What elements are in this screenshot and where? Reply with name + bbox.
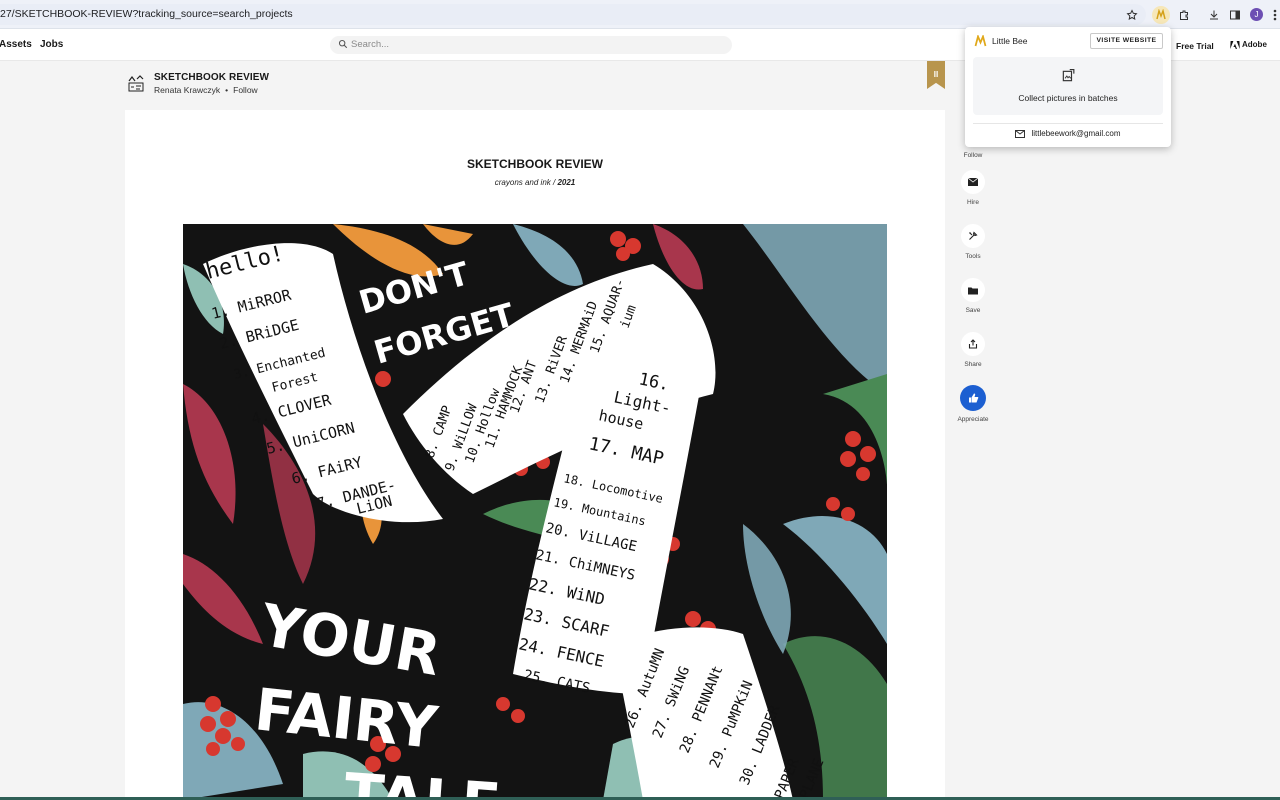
bookmark-glyph: II: [933, 70, 939, 79]
rail-follow[interactable]: Follow: [957, 147, 989, 159]
envelope-icon: [1015, 129, 1026, 138]
collect-pictures-label: Collect pictures in batches: [1018, 93, 1118, 103]
adobe-logo-icon: [1230, 40, 1240, 49]
browser-toolbar: 27/SKETCHBOOK-REVIEW?tracking_source=sea…: [0, 0, 1280, 29]
popup-email-text: littlebeework@gmail.com: [1031, 129, 1121, 138]
owner-name-link[interactable]: Renata Krawczyk: [154, 85, 220, 95]
nav-jobs-link[interactable]: Jobs: [40, 39, 63, 50]
project-owner-line: Renata Krawczyk • Follow: [154, 85, 258, 95]
rail-hire-label: Hire: [967, 199, 979, 206]
tools-icon: [961, 224, 985, 248]
thumbs-up-icon: [960, 385, 986, 411]
free-trial-link[interactable]: Free Trial: [1176, 41, 1214, 51]
side-panel-icon[interactable]: [1226, 6, 1244, 24]
illustration-artwork: hello! 1. MiRROR 2. BRiDGE 3. Enchanted …: [183, 224, 887, 800]
extensions-icon[interactable]: [1175, 6, 1193, 24]
popup-brand-name: Little Bee: [992, 36, 1028, 46]
download-icon[interactable]: [1205, 6, 1223, 24]
rail-follow-label: Follow: [963, 152, 983, 159]
kebab-menu-icon[interactable]: [1266, 6, 1280, 24]
search-icon: [338, 39, 348, 49]
owner-avatar[interactable]: [126, 73, 146, 95]
popup-divider: [973, 123, 1163, 124]
address-bar[interactable]: 27/SKETCHBOOK-REVIEW?tracking_source=sea…: [0, 4, 1146, 25]
rail-appreciate-button[interactable]: Appreciate: [957, 385, 989, 423]
folder-icon: [961, 278, 985, 302]
little-bee-logo-icon: [974, 35, 987, 47]
star-icon[interactable]: [1123, 6, 1141, 24]
search-placeholder: Search...: [351, 39, 390, 50]
bookmark-ribbon[interactable]: II: [927, 61, 945, 89]
canvas-sub-year: 2021: [557, 178, 576, 187]
rail-appreciate-label: Appreciate: [957, 416, 989, 423]
canvas-title: SKETCHBOOK REVIEW: [466, 157, 603, 171]
nav-assets-link[interactable]: Assets: [0, 39, 32, 50]
collect-pictures-action[interactable]: Collect pictures in batches: [973, 57, 1163, 115]
rail-save-button[interactable]: Save: [957, 278, 989, 314]
project-image[interactable]: hello! 1. MiRROR 2. BRiDGE 3. Enchanted …: [183, 224, 887, 800]
rail-tools-label: Tools: [965, 253, 981, 260]
little-bee-popup: Little Bee VISITE WEBSITE Collect pictur…: [965, 27, 1171, 147]
share-icon: [961, 332, 985, 356]
project-title: SKETCHBOOK REVIEW: [154, 72, 270, 83]
rail-save-label: Save: [965, 307, 981, 314]
follow-link[interactable]: Follow: [233, 85, 258, 95]
canvas-sub-medium: crayons and ink /: [494, 178, 558, 187]
canvas-subtitle: crayons and ink / 2021: [125, 178, 945, 187]
rail-share-label: Share: [964, 361, 982, 368]
little-bee-extension-icon[interactable]: [1152, 6, 1170, 24]
popup-brand: Little Bee: [974, 35, 1027, 47]
popup-email-row[interactable]: littlebeework@gmail.com: [965, 129, 1171, 138]
rail-tools-button[interactable]: Tools: [957, 224, 989, 260]
profile-avatar[interactable]: J: [1250, 8, 1263, 21]
image-collect-icon: [1062, 69, 1075, 82]
search-input[interactable]: Search...: [330, 36, 732, 54]
separator-dot: •: [225, 85, 229, 95]
adobe-label: Adobe: [1242, 40, 1267, 49]
rail-share-button[interactable]: Share: [957, 332, 989, 368]
rail-hire-button[interactable]: Hire: [957, 170, 989, 206]
project-canvas: SKETCHBOOK REVIEW crayons and ink / 2021: [125, 110, 945, 800]
mail-icon: [961, 170, 985, 194]
adobe-link[interactable]: Adobe: [1230, 40, 1267, 49]
visit-website-button[interactable]: VISITE WEBSITE: [1090, 33, 1163, 49]
